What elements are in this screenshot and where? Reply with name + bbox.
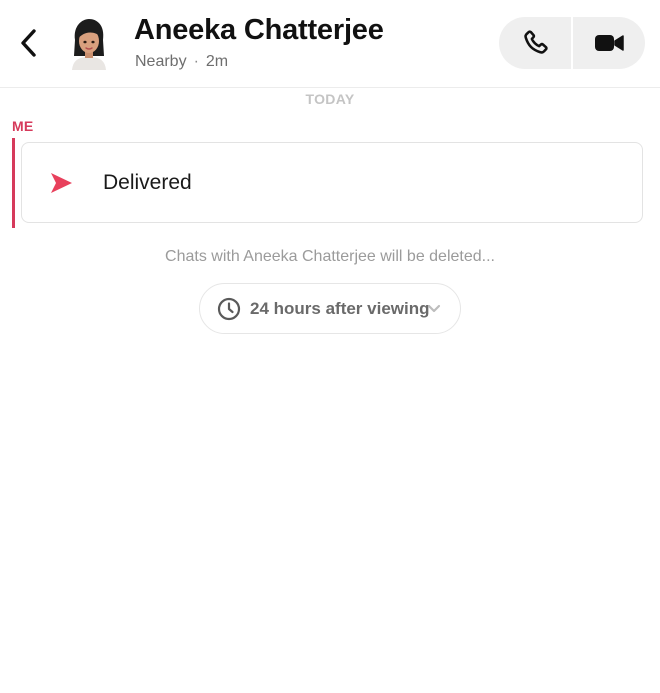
bitmoji-avatar-icon: [72, 19, 106, 70]
status-location: Nearby: [135, 53, 187, 70]
delete-timer-dropdown[interactable]: 24 hours after viewing: [199, 283, 461, 334]
avatar[interactable]: [66, 16, 112, 70]
video-camera-icon: [595, 35, 624, 51]
sender-label: ME: [12, 118, 34, 134]
sent-arrow-icon: [51, 173, 72, 193]
delete-notice: Chats with Aneeka Chatterjee will be del…: [165, 248, 495, 265]
sender-accent-bar: [12, 138, 15, 228]
message-status: Delivered: [103, 171, 192, 194]
call-button-group: [499, 17, 645, 69]
status-time: 2m: [205, 53, 229, 70]
snap-message-card[interactable]: Delivered: [21, 142, 643, 223]
delete-timer-label: 24 hours after viewing: [250, 299, 430, 318]
voice-call-button[interactable]: [499, 17, 571, 69]
chat-screen: Aneeka Chatterjee Nearby · 2m TODAY ME D…: [0, 0, 660, 693]
contact-status: Nearby · 2m: [135, 53, 228, 71]
contact-name[interactable]: Aneeka Chatterjee: [134, 14, 384, 47]
day-separator: TODAY: [305, 91, 355, 107]
video-call-button[interactable]: [573, 17, 645, 69]
back-button[interactable]: [14, 26, 44, 60]
chevron-down-icon: [427, 304, 441, 313]
chat-header: Aneeka Chatterjee Nearby · 2m: [0, 0, 660, 88]
chevron-left-icon: [21, 29, 36, 57]
status-separator: ·: [193, 53, 199, 70]
phone-icon: [524, 30, 548, 54]
clock-icon: [217, 297, 241, 321]
